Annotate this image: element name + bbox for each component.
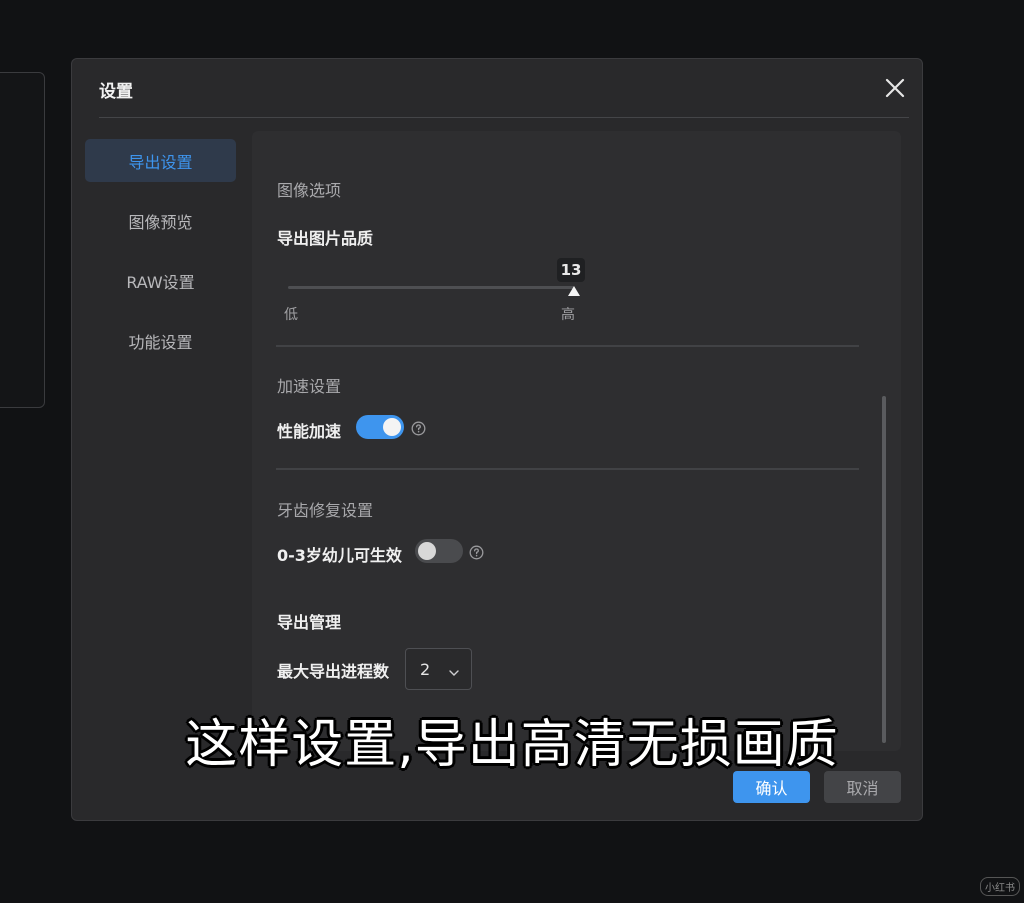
quality-slider-track[interactable] (288, 286, 574, 289)
section-divider (276, 468, 859, 470)
chevron-down-icon (448, 664, 460, 676)
settings-content: 图像选项 导出图片品质 13 低 高 加速设置 性能加速 牙齿修复设置 0-3岁… (252, 131, 901, 751)
teeth-toggle-label: 0-3岁幼儿可生效 (277, 546, 402, 565)
slider-low-label: 低 (284, 307, 298, 323)
question-circle-icon[interactable] (411, 421, 426, 436)
question-circle-icon[interactable] (469, 545, 484, 560)
content-scrollbar[interactable] (882, 396, 886, 743)
background-panel (0, 72, 45, 408)
max-process-select[interactable]: 2 (405, 648, 472, 690)
slider-high-label: 高 (561, 307, 575, 323)
quality-slider-thumb[interactable] (568, 281, 580, 296)
video-caption: 这样设置,导出高清无损画质 (185, 715, 839, 775)
section-teeth-repair: 牙齿修复设置 (277, 501, 374, 520)
performance-accel-label: 性能加速 (277, 422, 342, 441)
dialog-title: 设置 (99, 82, 133, 102)
watermark-logo: 小红书 (980, 877, 1020, 896)
section-image-options: 图像选项 (277, 181, 342, 200)
nav-item-image-preview[interactable]: 图像预览 (85, 199, 236, 242)
teeth-repair-toggle[interactable] (415, 539, 463, 563)
settings-nav: 导出设置 图像预览 RAW设置 功能设置 (85, 139, 236, 379)
section-acceleration: 加速设置 (277, 377, 342, 396)
nav-item-export-settings[interactable]: 导出设置 (85, 139, 236, 182)
nav-item-function-settings[interactable]: 功能设置 (85, 319, 236, 362)
section-divider (276, 345, 859, 347)
quality-label: 导出图片品质 (277, 229, 374, 248)
section-export-management: 导出管理 (277, 613, 342, 632)
quality-slider-value: 13 (557, 258, 585, 282)
max-process-label: 最大导出进程数 (277, 662, 390, 681)
nav-item-raw-settings[interactable]: RAW设置 (85, 259, 236, 302)
performance-accel-toggle[interactable] (356, 415, 404, 439)
max-process-value: 2 (420, 659, 431, 679)
title-divider (99, 117, 909, 118)
close-icon[interactable] (882, 75, 908, 101)
